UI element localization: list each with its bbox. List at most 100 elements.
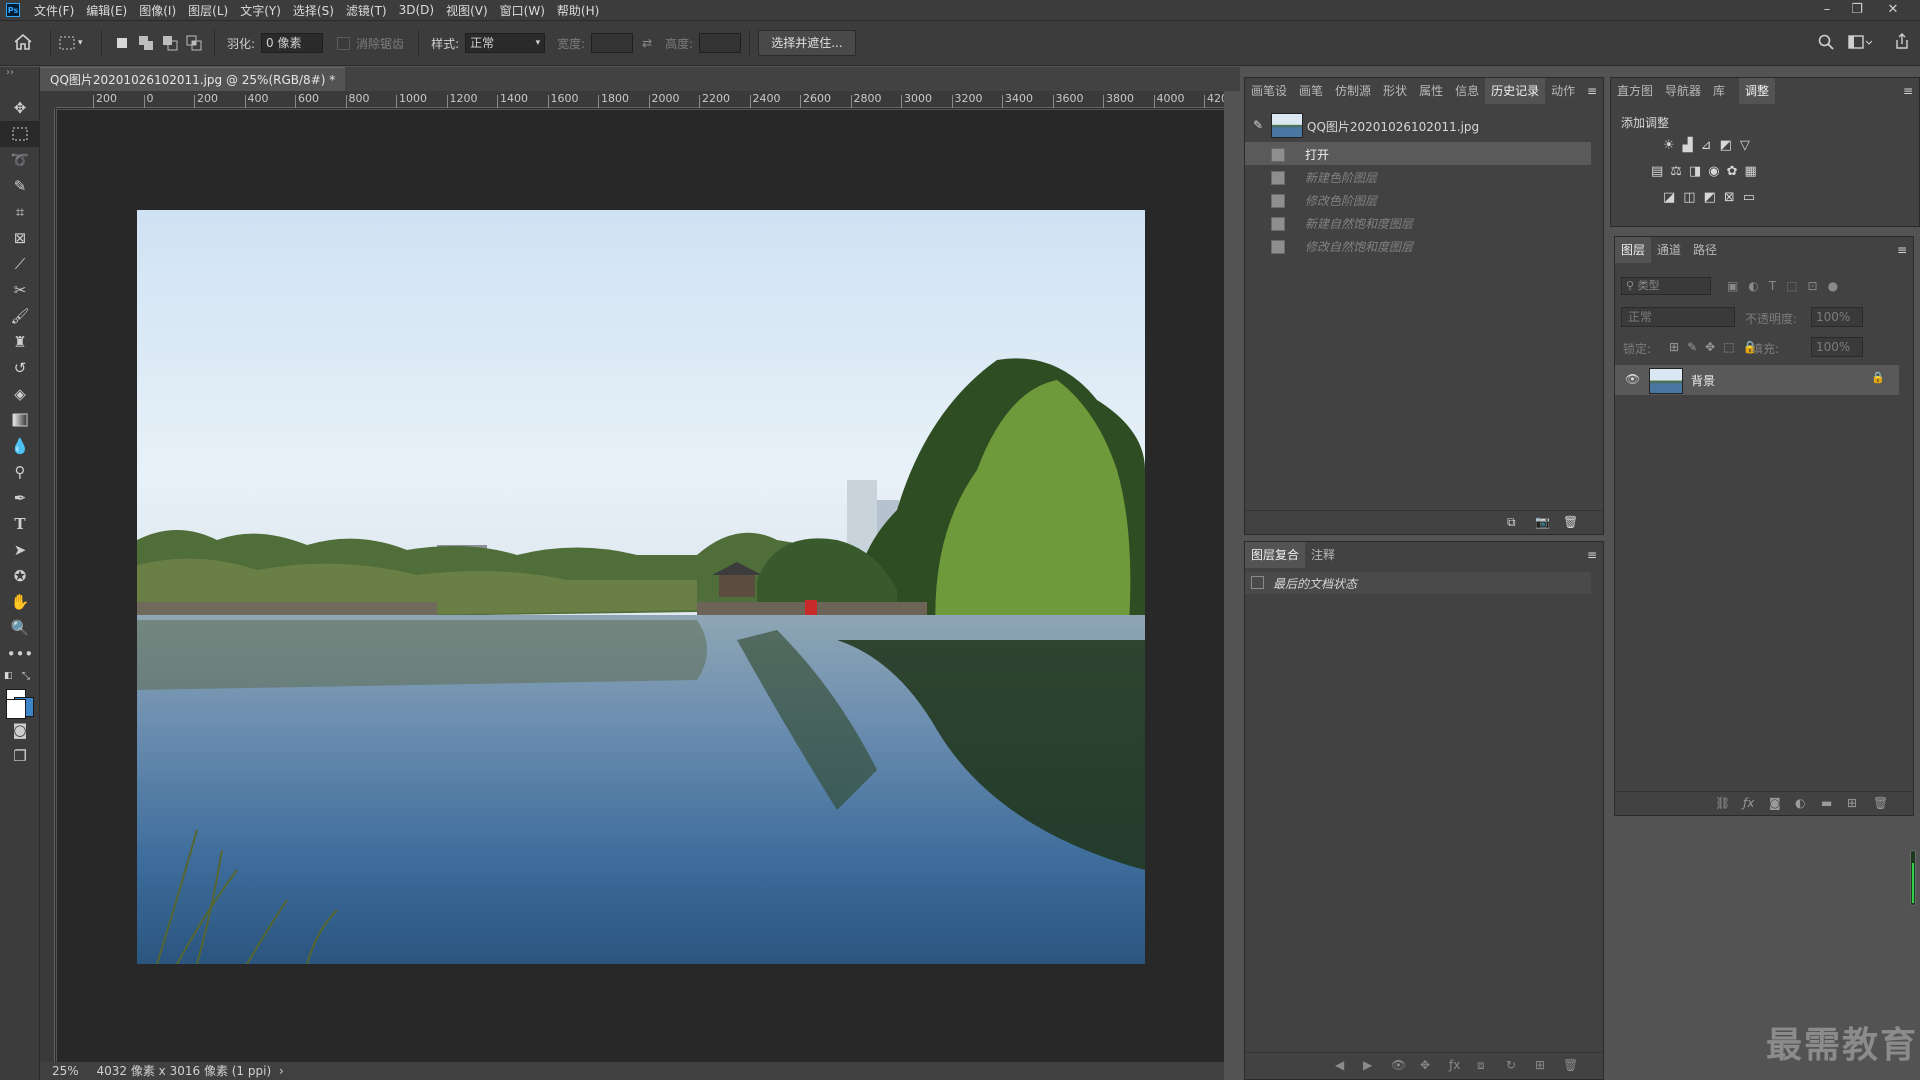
trash-icon[interactable]: 🗑 (1563, 1058, 1578, 1072)
color-swatches[interactable]: ◧ ⤡ (0, 667, 39, 719)
tab-history[interactable]: 历史记录 (1485, 78, 1546, 104)
invert-icon[interactable]: ◪ (1663, 190, 1675, 205)
new-selection-icon[interactable] (113, 34, 131, 52)
more-tools-icon[interactable]: ••• (0, 641, 40, 667)
menu-3d[interactable]: 3D(D) (393, 3, 440, 17)
history-item[interactable]: 修改色阶图层 (1245, 188, 1591, 211)
tab-layers[interactable]: 图层 (1615, 237, 1652, 263)
panel-menu-icon[interactable]: ≡ (1587, 548, 1597, 562)
menu-file[interactable]: 文件(F) (28, 2, 80, 19)
type-filter-icon[interactable]: T (1769, 279, 1776, 293)
share-icon[interactable] (1894, 33, 1910, 53)
lock-icon[interactable]: 🔒 (1871, 371, 1885, 384)
new-comp-icon[interactable]: ⊞ (1535, 1058, 1545, 1072)
marquee-preset-icon[interactable]: ▾ (59, 36, 93, 50)
tab-libraries[interactable]: 库 (1707, 78, 1731, 104)
visibility-comp-icon[interactable]: 👁 (1391, 1058, 1406, 1072)
pen-tool-icon[interactable]: ✒ (0, 485, 40, 511)
folder-icon[interactable]: ▬ (1821, 796, 1832, 810)
brightness-icon[interactable]: ☀ (1663, 138, 1675, 153)
select-and-mask-button[interactable]: 选择并遮住... (758, 30, 856, 56)
add-selection-icon[interactable] (137, 34, 155, 52)
opacity-input[interactable]: 100% (1811, 307, 1863, 327)
tab-notes[interactable]: 注释 (1305, 542, 1341, 568)
fx-icon[interactable]: ƒx (1743, 796, 1754, 810)
new-layer-icon[interactable]: ⊞ (1847, 796, 1857, 810)
ruler-origin[interactable] (40, 91, 56, 109)
trash-icon[interactable]: 🗑 (1563, 515, 1578, 529)
vibrance-icon[interactable]: ▽ (1740, 138, 1750, 153)
panel-menu-icon[interactable]: ≡ (1897, 243, 1907, 257)
appearance-comp-icon[interactable]: ⧈ (1477, 1058, 1485, 1073)
panel-menu-icon[interactable]: ≡ (1587, 84, 1597, 98)
layer-name[interactable]: 背景 (1691, 372, 1715, 389)
status-menu-icon[interactable]: › (279, 1064, 284, 1078)
restore-button[interactable]: ❐ (1842, 0, 1872, 20)
hand-tool-icon[interactable]: ✋ (0, 589, 40, 615)
tab-brushes[interactable]: 画笔 (1293, 78, 1329, 104)
tab-histogram[interactable]: 直方图 (1611, 78, 1659, 104)
blend-mode-select[interactable]: 正常 (1621, 307, 1735, 327)
history-item[interactable]: 修改自然饱和度图层 (1245, 234, 1591, 257)
workspace-icon[interactable] (1848, 34, 1873, 53)
search-icon[interactable] (1818, 34, 1834, 53)
layer-comp-item[interactable]: 最后的文档状态 (1245, 572, 1591, 594)
camera-icon[interactable]: 📷 (1535, 515, 1550, 529)
hue-saturation-icon[interactable]: ▤ (1651, 164, 1663, 179)
crop-tool-icon[interactable]: ⌗ (0, 199, 40, 225)
clone-stamp-tool-icon[interactable]: ♜ (0, 329, 40, 355)
collapse-tools-icon[interactable]: ›› (0, 67, 39, 95)
lock-pixels-icon[interactable]: ✎ (1687, 340, 1697, 354)
menu-edit[interactable]: 编辑(E) (80, 2, 133, 19)
vertical-ruler[interactable] (40, 109, 56, 1064)
fx-comp-icon[interactable]: ƒx (1449, 1058, 1460, 1072)
tab-shapes[interactable]: 形状 (1377, 78, 1413, 104)
color-lookup-icon[interactable]: ▦ (1745, 164, 1757, 179)
selective-color-icon[interactable]: ⊠ (1724, 190, 1735, 205)
swap-icon[interactable]: ⇄ (633, 36, 661, 50)
move-tool-icon[interactable]: ✥ (0, 95, 40, 121)
history-item[interactable]: 新建自然饱和度图层 (1245, 211, 1591, 234)
home-icon[interactable] (14, 33, 42, 53)
update-comp-icon[interactable]: ↻ (1506, 1058, 1516, 1072)
blur-tool-icon[interactable]: 💧 (0, 433, 40, 459)
trash-icon[interactable]: 🗑 (1873, 796, 1888, 810)
tab-paths[interactable]: 路径 (1687, 237, 1723, 263)
history-item[interactable]: 打开 (1245, 142, 1591, 165)
style-select[interactable]: 正常 ▾ (465, 33, 546, 53)
feather-input[interactable]: 0 像素 (261, 33, 324, 53)
menu-help[interactable]: 帮助(H) (551, 2, 605, 19)
marquee-tool-icon[interactable] (0, 121, 40, 147)
lock-artboard-icon[interactable]: ⬚ (1723, 340, 1734, 354)
photo-filter-icon[interactable]: ◉ (1708, 164, 1719, 179)
tab-brush-settings[interactable]: 画笔设 (1245, 78, 1293, 104)
comp-apply-icon[interactable] (1251, 576, 1264, 589)
menu-filter[interactable]: 滤镜(T) (340, 2, 393, 19)
menu-layer[interactable]: 图层(L) (182, 2, 234, 19)
eyedropper-tool-icon[interactable]: ⟋ (0, 251, 40, 277)
document-image[interactable] (137, 210, 1145, 964)
eye-icon[interactable]: 👁 (1625, 372, 1640, 386)
tab-clone-source[interactable]: 仿制源 (1329, 78, 1377, 104)
curves-icon[interactable]: ⊿ (1701, 138, 1712, 153)
position-comp-icon[interactable]: ✥ (1420, 1058, 1430, 1072)
pixel-filter-icon[interactable]: ▣ (1727, 279, 1738, 293)
next-comp-icon[interactable]: ▶ (1363, 1058, 1372, 1072)
shape-filter-icon[interactable]: ⬚ (1786, 279, 1797, 293)
subtract-selection-icon[interactable] (161, 34, 179, 52)
tab-actions[interactable]: 动作 (1545, 78, 1581, 104)
tab-channels[interactable]: 通道 (1651, 237, 1687, 263)
type-tool-icon[interactable]: T (0, 511, 40, 537)
layer-row[interactable]: 👁 背景 🔒 (1615, 365, 1899, 395)
path-select-tool-icon[interactable]: ➤ (0, 537, 40, 563)
color-balance-icon[interactable]: ⚖ (1670, 164, 1682, 179)
new-document-from-state-icon[interactable]: ⧉ (1507, 515, 1516, 530)
intersect-selection-icon[interactable] (185, 34, 203, 52)
tab-properties[interactable]: 属性 (1413, 78, 1449, 104)
menu-window[interactable]: 窗口(W) (494, 2, 551, 19)
foreground-color-front[interactable] (6, 699, 26, 719)
healing-brush-tool-icon[interactable]: ✂ (0, 277, 40, 303)
horizontal-ruler[interactable]: 200 0 200 400 600 800 1000 1200 1400 1600 1800 2000… (56, 91, 1224, 109)
gradient-tool-icon[interactable] (0, 407, 40, 433)
zoom-tool-icon[interactable]: 🔍 (0, 615, 40, 641)
